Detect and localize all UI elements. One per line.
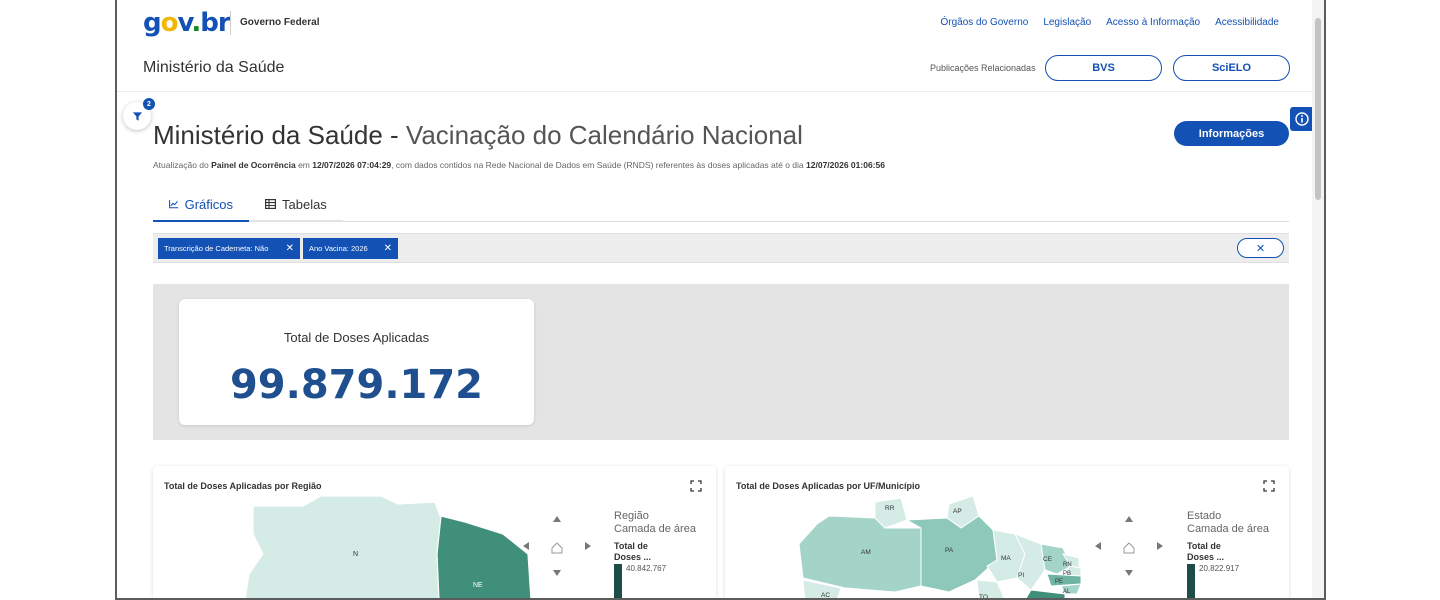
map-nav-controls <box>1095 516 1163 576</box>
kpi-value: 99.879.172 <box>229 362 484 408</box>
filter-chip-transcricao[interactable]: Transcrição de Caderneta: Não ✕ <box>158 238 300 259</box>
link-legislacao[interactable]: Legislação <box>1043 17 1091 28</box>
gov-br-logo[interactable]: gov.br <box>143 8 231 38</box>
svg-text:RR: RR <box>885 505 895 512</box>
tab-graficos[interactable]: Gráficos <box>153 188 249 222</box>
map-region-ne[interactable] <box>436 515 532 600</box>
view-tabs: Gráficos Tabelas <box>153 188 1289 222</box>
svg-text:TO: TO <box>979 594 988 600</box>
map-nav-controls <box>523 516 591 576</box>
map-legend: Região Camada de área Total de Doses ...… <box>614 510 714 598</box>
clear-filters-button[interactable]: ✕ <box>1237 238 1284 258</box>
scrollbar-thumb[interactable] <box>1315 18 1321 200</box>
panel-doses-por-uf: Total de Doses Aplicadas por UF/Municípi… <box>725 466 1289 600</box>
scielo-button[interactable]: SciELO <box>1173 55 1290 81</box>
map-state-am[interactable] <box>798 515 922 593</box>
expand-icon[interactable] <box>1263 480 1275 492</box>
table-icon <box>265 199 276 209</box>
state-map[interactable]: RR AP AM PA MA CE RN PB PI PE AL AC TO <box>725 494 1125 600</box>
panel-title: Total de Doses Aplicadas por UF/Municípi… <box>736 481 921 491</box>
region-map[interactable]: N NE <box>153 494 553 600</box>
top-links: Órgãos do Governo Legislação Acesso à In… <box>940 17 1279 28</box>
svg-text:AC: AC <box>821 592 830 599</box>
expand-icon[interactable] <box>690 480 702 492</box>
svg-text:MA: MA <box>1001 555 1011 562</box>
home-icon[interactable] <box>1123 542 1135 554</box>
pan-left-icon[interactable] <box>1095 542 1101 550</box>
pan-down-icon[interactable] <box>553 570 561 576</box>
panel-title: Total de Doses Aplicadas por Região <box>164 481 322 491</box>
pan-up-icon[interactable] <box>1125 516 1133 522</box>
svg-text:AP: AP <box>953 508 962 515</box>
map-label-ne: NE <box>473 582 483 589</box>
filter-icon <box>132 111 142 121</box>
ministry-name[interactable]: Ministério da Saúde <box>143 59 284 77</box>
kpi-card-total-doses: Total de Doses Aplicadas 99.879.172 <box>179 299 534 425</box>
gov-header: gov.br Governo Federal Órgãos do Governo… <box>117 0 1312 92</box>
bvs-button[interactable]: BVS <box>1045 55 1162 81</box>
update-info: Atualização do Painel de Ocorrência em 1… <box>153 160 885 170</box>
info-icon <box>1295 112 1309 126</box>
pan-right-icon[interactable] <box>585 542 591 550</box>
svg-text:AM: AM <box>861 549 871 556</box>
kpi-area: Total de Doses Aplicadas 99.879.172 <box>153 284 1289 440</box>
link-acesso-informacao[interactable]: Acesso à Informação <box>1106 17 1200 28</box>
link-orgaos-governo[interactable]: Órgãos do Governo <box>940 17 1028 28</box>
browser-window: gov.br Governo Federal Órgãos do Governo… <box>115 0 1326 600</box>
filter-count-badge: 2 <box>143 98 155 110</box>
remove-filter-icon[interactable]: ✕ <box>384 243 392 254</box>
line-chart-icon <box>169 200 179 209</box>
svg-text:CE: CE <box>1043 556 1053 563</box>
publications-label: Publicações Relacionadas <box>930 63 1036 73</box>
page-scrollbar[interactable] <box>1312 0 1324 598</box>
pan-down-icon[interactable] <box>1125 570 1133 576</box>
home-icon[interactable] <box>551 542 563 554</box>
informacoes-button[interactable]: Informações <box>1174 121 1289 146</box>
info-side-button[interactable] <box>1290 107 1314 131</box>
pan-right-icon[interactable] <box>1157 542 1163 550</box>
svg-text:PE: PE <box>1055 579 1063 585</box>
svg-text:AL: AL <box>1063 589 1071 595</box>
map-region-n[interactable] <box>244 495 444 600</box>
tab-tabelas[interactable]: Tabelas <box>249 188 343 222</box>
map-label-n: N <box>353 551 358 558</box>
logo-divider <box>230 11 231 35</box>
legend-color-bar <box>614 564 622 598</box>
legend-color-bar <box>1187 564 1195 598</box>
active-filters-bar: Transcrição de Caderneta: Não ✕ Ano Vaci… <box>153 233 1289 263</box>
map-legend: Estado Camada de área Total de Doses ...… <box>1187 510 1287 598</box>
svg-text:PA: PA <box>945 547 954 554</box>
map-state-ba[interactable] <box>1025 589 1066 600</box>
page-title: Ministério da Saúde - Vacinação do Calen… <box>153 120 803 150</box>
pan-left-icon[interactable] <box>523 542 529 550</box>
pan-up-icon[interactable] <box>553 516 561 522</box>
panel-doses-por-regiao: Total de Doses Aplicadas por Região N NE… <box>153 466 716 600</box>
governo-federal-label: Governo Federal <box>240 17 320 28</box>
svg-text:PB: PB <box>1063 571 1071 577</box>
svg-text:PI: PI <box>1018 572 1024 579</box>
filter-chip-ano-vacina[interactable]: Ano Vacina: 2026 ✕ <box>303 238 398 259</box>
svg-text:RN: RN <box>1063 562 1072 568</box>
kpi-label: Total de Doses Aplicadas <box>283 330 430 345</box>
remove-filter-icon[interactable]: ✕ <box>286 243 294 254</box>
link-acessibilidade[interactable]: Acessibilidade <box>1215 17 1279 28</box>
